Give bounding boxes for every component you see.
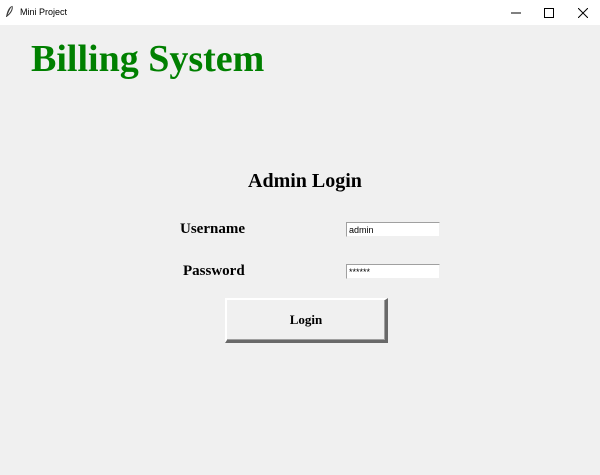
minimize-button[interactable] (499, 0, 533, 25)
username-field[interactable] (346, 222, 440, 237)
login-heading: Admin Login (248, 170, 362, 192)
close-button[interactable] (566, 0, 600, 25)
maximize-button[interactable] (532, 0, 566, 25)
app-title: Billing System (31, 38, 265, 80)
login-button[interactable]: Login (225, 298, 388, 343)
minimize-icon (511, 12, 521, 13)
window-titlebar: Mini Project (0, 0, 600, 25)
feather-icon (6, 5, 13, 17)
close-icon (578, 7, 588, 18)
maximize-icon (544, 7, 554, 18)
password-field[interactable] (346, 264, 440, 279)
username-label: Username (180, 221, 245, 237)
password-label: Password (183, 263, 245, 279)
window-title: Mini Project (20, 7, 68, 17)
